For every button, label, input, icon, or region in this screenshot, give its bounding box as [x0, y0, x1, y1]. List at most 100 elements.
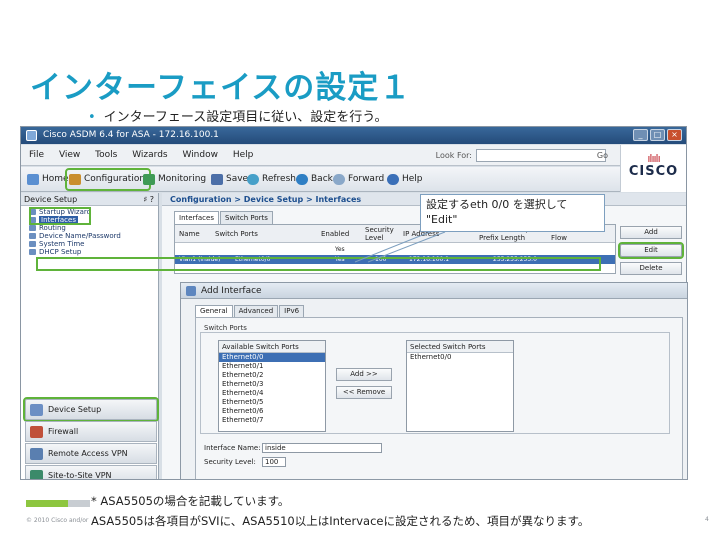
list-item[interactable]: Ethernet0/4: [219, 389, 325, 398]
tab-switch-ports[interactable]: Switch Ports: [220, 211, 273, 224]
window-controls: _ □ ×: [633, 129, 682, 141]
configuration-button[interactable]: Configuration: [64, 168, 152, 191]
help-label: Help: [402, 174, 423, 184]
menu-window[interactable]: Window: [182, 150, 218, 160]
cisco-wordmark: CISCO: [628, 164, 679, 179]
forward-button[interactable]: Forward: [331, 170, 388, 189]
menu-wizards[interactable]: Wizards: [132, 150, 167, 160]
table-row[interactable]: Yes: [175, 245, 615, 254]
window-titlebar: Cisco ASDM 6.4 for ASA - 172.16.100.1 _ …: [21, 127, 686, 144]
add-button[interactable]: Add: [620, 226, 682, 239]
dialog-title: Add Interface: [201, 286, 262, 296]
list-item[interactable]: Ethernet0/2: [219, 371, 325, 380]
security-level-input[interactable]: 100: [262, 457, 286, 467]
look-for-label: Look For:: [435, 151, 472, 160]
home-label: Home: [42, 174, 69, 184]
configuration-icon: [69, 174, 81, 185]
help-button[interactable]: Help: [385, 170, 427, 189]
footnote-1: * ASA5505の場合を記載しています。: [91, 494, 290, 508]
pane-pin-icon[interactable]: ♯ ?: [143, 193, 154, 206]
nav-firewall[interactable]: Firewall: [25, 421, 157, 442]
list-item[interactable]: Ethernet0/6: [219, 407, 325, 416]
col-enabled: Enabled: [321, 230, 350, 238]
list-item[interactable]: Ethernet0/3: [219, 380, 325, 389]
tab-interfaces[interactable]: Interfaces: [174, 211, 219, 224]
home-icon: [27, 174, 39, 185]
forward-icon: [333, 174, 345, 185]
nav-site-to-site-vpn[interactable]: Site-to-Site VPN: [25, 465, 157, 479]
help-icon: [387, 174, 399, 185]
interface-name-label: Interface Name:: [204, 444, 261, 452]
vpn-icon: [30, 448, 43, 460]
slide-title: インターフェイスの設定１: [30, 70, 412, 106]
selected-ports-list[interactable]: Selected Switch Ports Ethernet0/0: [406, 340, 514, 432]
bullet-text: インターフェース設定項目に従い、設定を行う。: [103, 110, 388, 125]
copyright: © 2010 Cisco and/or: [26, 517, 89, 524]
remove-port-button[interactable]: << Remove: [336, 386, 392, 399]
interfaces-highlight: [29, 207, 91, 225]
monitoring-button[interactable]: Monitoring: [141, 170, 210, 189]
refresh-icon: [247, 174, 259, 185]
selected-row-highlight: [36, 257, 601, 271]
cisco-bars-icon: ılıılı: [647, 152, 660, 165]
minimize-icon[interactable]: _: [633, 129, 648, 141]
footnote-2: ASA5505は各項目がSVIに、ASA5510以上はIntervaceに設定さ…: [91, 514, 590, 528]
refresh-button[interactable]: Refresh: [245, 170, 300, 189]
list-item[interactable]: Ethernet0/5: [219, 398, 325, 407]
tab-advanced[interactable]: Advanced: [233, 305, 279, 317]
device-setup-icon: [30, 404, 43, 416]
close-icon[interactable]: ×: [667, 129, 682, 141]
tree-item-dhcp[interactable]: DHCP Setup: [27, 248, 158, 256]
add-interface-dialog: Add Interface General Advanced IPv6 Switch…: [180, 282, 688, 480]
tab-general[interactable]: General: [195, 305, 233, 317]
dialog-body: Switch Ports Available Switch Ports Ethe…: [195, 317, 683, 479]
selected-header: Selected Switch Ports: [407, 341, 513, 353]
nav-device-setup[interactable]: Device Setup: [23, 397, 159, 422]
footer-grey-bar: [68, 500, 90, 507]
save-icon: [211, 174, 223, 185]
forward-label: Forward: [348, 174, 385, 184]
tree-item-system-time[interactable]: System Time: [27, 240, 158, 248]
security-level-label: Security Level:: [204, 458, 256, 466]
menu-view[interactable]: View: [59, 150, 80, 160]
dialog-icon: [186, 286, 196, 296]
list-item[interactable]: Ethernet0/7: [219, 416, 325, 425]
add-port-button[interactable]: Add >>: [336, 368, 392, 381]
back-icon: [296, 174, 308, 185]
tree-item-routing[interactable]: Routing: [27, 224, 158, 232]
interface-name-input[interactable]: inside: [262, 443, 382, 453]
menu-tools[interactable]: Tools: [95, 150, 117, 160]
bullet-dot-icon: •: [88, 110, 96, 125]
page-number: 4: [705, 516, 709, 523]
list-item[interactable]: Ethernet0/0: [407, 353, 513, 362]
monitoring-label: Monitoring: [158, 174, 207, 184]
list-item[interactable]: Ethernet0/0: [219, 353, 325, 362]
slide-bullet: • インターフェース設定項目に従い、設定を行う。: [88, 106, 387, 125]
edit-button[interactable]: Edit: [618, 242, 684, 259]
home-button[interactable]: Home: [25, 170, 73, 189]
available-ports-list[interactable]: Available Switch Ports Ethernet0/0 Ether…: [218, 340, 326, 432]
maximize-icon[interactable]: □: [650, 129, 665, 141]
delete-button[interactable]: Delete: [620, 262, 682, 275]
tree-item-device-name[interactable]: Device Name/Password: [27, 232, 158, 240]
list-item[interactable]: Ethernet0/1: [219, 362, 325, 371]
switch-ports-label: Switch Ports: [204, 324, 247, 332]
find-button[interactable]: Go: [597, 147, 608, 164]
pane-header: Device Setup ♯ ?: [21, 193, 158, 206]
callout-note: 設定するeth 0/0 を選択して "Edit": [420, 194, 605, 232]
menu-file[interactable]: File: [29, 150, 44, 160]
back-label: Back: [311, 174, 333, 184]
pane-header-title: Device Setup: [24, 195, 78, 204]
nav-remote-access-vpn[interactable]: Remote Access VPN: [25, 443, 157, 464]
site-vpn-icon: [30, 470, 43, 479]
firewall-icon: [30, 426, 43, 438]
col-switch-ports: Switch Ports: [215, 230, 258, 238]
look-for-input[interactable]: [476, 149, 606, 162]
device-setup-pane: Device Setup ♯ ? Startup Wizard Interface…: [21, 193, 159, 479]
footer-green-bar: [26, 500, 68, 507]
tab-ipv6[interactable]: IPv6: [279, 305, 305, 317]
dhcp-icon: [29, 249, 36, 255]
menu-help[interactable]: Help: [233, 150, 254, 160]
refresh-label: Refresh: [262, 174, 296, 184]
window-title: Cisco ASDM 6.4 for ASA - 172.16.100.1: [43, 130, 219, 140]
